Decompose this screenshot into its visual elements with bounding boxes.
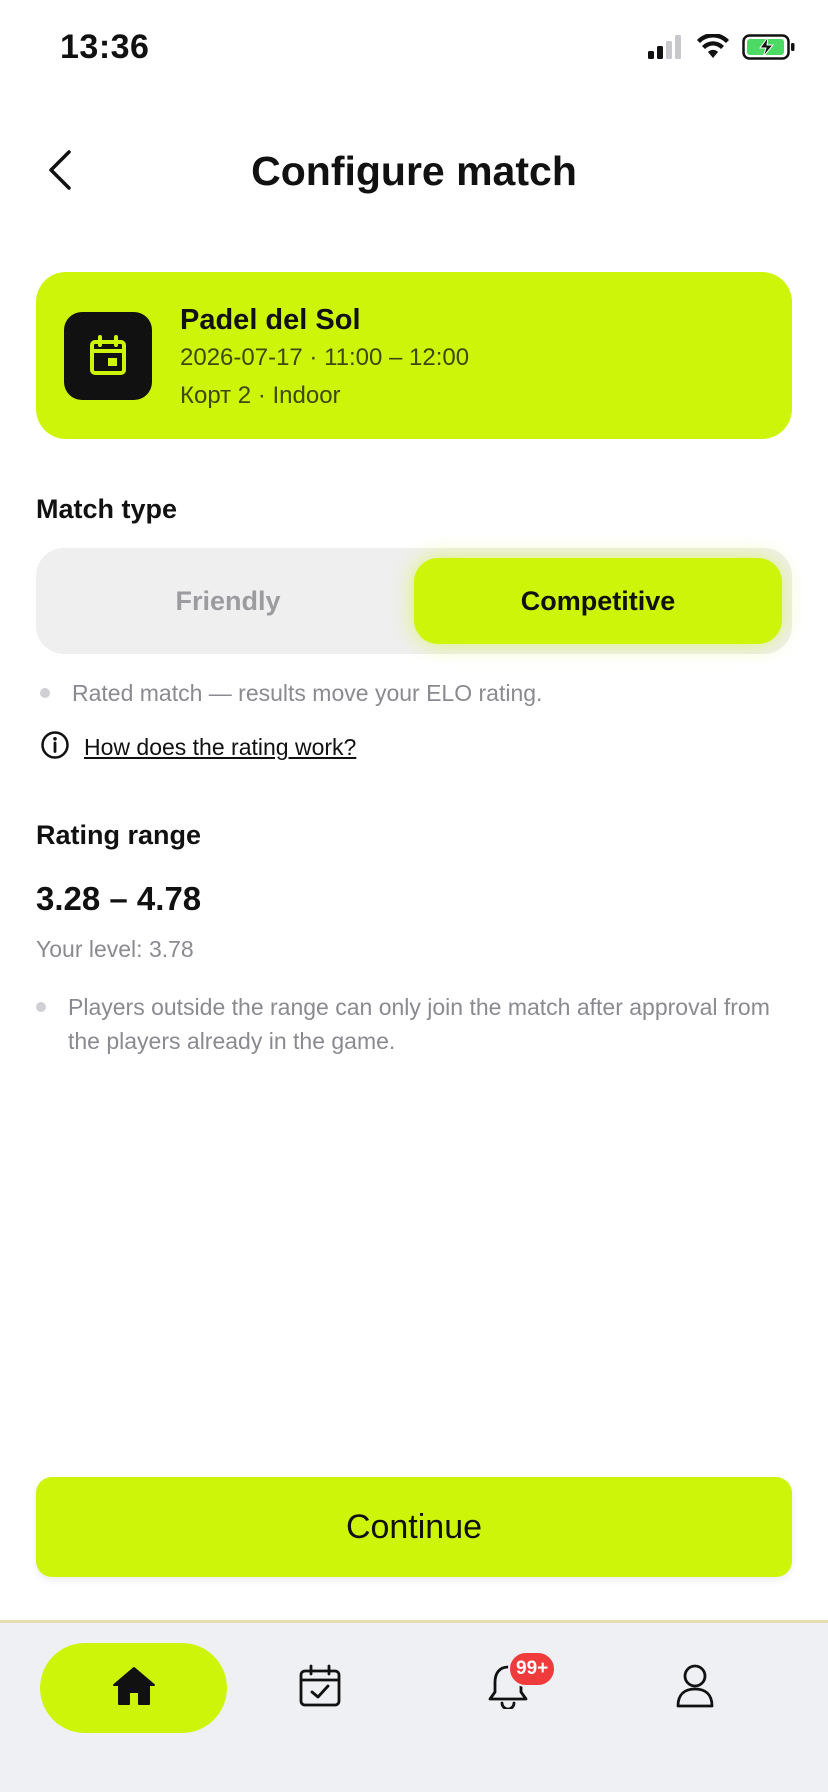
booking-card: Padel del Sol 2026-07-17 · 11:00 – 12:00… — [36, 272, 792, 439]
rating-range-note-text: Players outside the range can only join … — [68, 994, 770, 1054]
home-icon — [112, 1665, 156, 1712]
your-level: Your level: 3.78 — [36, 936, 194, 962]
profile-icon — [675, 1663, 715, 1714]
battery-charging-icon — [742, 34, 796, 65]
rating-info-link-text[interactable]: How does the rating work? — [84, 734, 356, 761]
calendar-icon — [64, 312, 152, 400]
continue-button[interactable]: Continue — [36, 1477, 792, 1577]
status-icons — [648, 33, 796, 65]
match-type-competitive[interactable]: Competitive — [414, 558, 782, 644]
info-icon — [40, 730, 70, 765]
rating-info-link[interactable]: How does the rating work? — [40, 730, 356, 765]
venue-name: Padel del Sol — [180, 304, 361, 336]
signal-icon — [648, 35, 684, 64]
tab-bar: 99+ — [0, 1620, 828, 1792]
bullet-dot — [36, 1002, 46, 1012]
rating-range-note: Players outside the range can only join … — [36, 990, 776, 1058]
booking-datetime: 2026-07-17 · 11:00 – 12:00 — [180, 344, 470, 371]
header: Configure match — [0, 130, 828, 214]
calendar-check-icon — [298, 1664, 342, 1713]
match-type-friendly[interactable]: Friendly — [46, 558, 410, 644]
tab-calendar[interactable] — [280, 1643, 360, 1733]
tab-notifications[interactable]: 99+ — [468, 1643, 557, 1733]
status-time: 13:36 — [60, 28, 150, 66]
match-type-label: Match type — [36, 494, 178, 524]
match-type-selector: Friendly Competitive — [36, 548, 792, 654]
match-type-description-text: Rated match — results move your ELO rati… — [72, 680, 543, 706]
match-type-description: Rated match — results move your ELO rati… — [40, 676, 542, 710]
page-title: Configure match — [251, 148, 577, 194]
status-bar: 13:36 — [0, 0, 828, 100]
rating-range-label: Rating range — [36, 820, 202, 850]
tab-home[interactable] — [40, 1643, 227, 1733]
bullet-dot — [40, 688, 50, 698]
wifi-icon — [696, 33, 730, 65]
notification-badge: 99+ — [508, 1651, 557, 1687]
booking-court: Корт 2 · Indoor — [180, 382, 341, 409]
tab-profile[interactable] — [655, 1643, 735, 1733]
rating-range-value: 3.28 – 4.78 — [36, 880, 202, 917]
